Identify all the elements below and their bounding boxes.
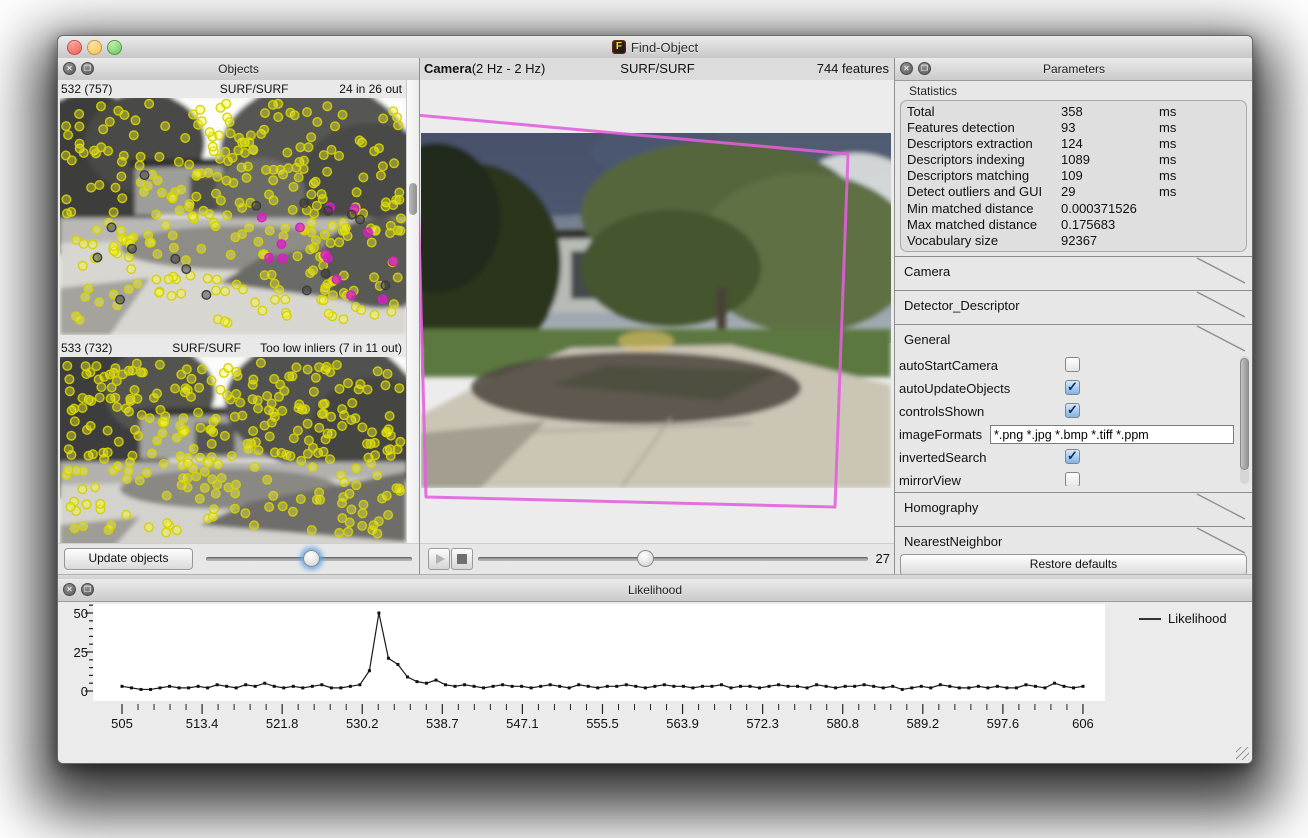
x-tick-label: 530.2 (345, 716, 379, 731)
camera-scene (421, 133, 891, 488)
camera-panel: Camera(2 Hz - 2 Hz) SURF/SURF 744 featur… (419, 58, 895, 574)
section-camera[interactable]: Camera (895, 256, 1252, 284)
objects-controls: Update objects (58, 543, 419, 574)
object-2-title-row: 533 (732) SURF/SURF Too low inliers (7 i… (58, 339, 406, 357)
statistics-label: Statistics (909, 84, 958, 98)
app-window: F Find-Object ✕ ❐ Objects 532 (757) SURF… (57, 35, 1253, 764)
likelihood-panel-header: ✕ ❐ Likelihood (58, 579, 1252, 602)
x-tick-label: 555.5 (586, 716, 619, 731)
camera-feature-count: 744 features (816, 61, 889, 76)
general-params-list: autoStartCamera autoUpdateObjects ✓ cont… (895, 354, 1252, 486)
imageformats-input[interactable] (990, 425, 1234, 444)
x-tick-label: 572.3 (746, 716, 779, 731)
stat-row: Vocabulary size 92367 (907, 232, 1098, 248)
camera-header: Camera(2 Hz - 2 Hz) SURF/SURF 744 featur… (420, 58, 895, 81)
object-1-features (60, 98, 406, 328)
section-detector-descriptor[interactable]: Detector_Descriptor (895, 290, 1252, 318)
screenshot-stage: F Find-Object ✕ ❐ Objects 532 (757) SURF… (0, 0, 1308, 838)
camera-view (420, 80, 895, 544)
object-2-detector: SURF/SURF (172, 341, 241, 355)
legend-label: Likelihood (1168, 611, 1227, 626)
x-tick-label: 597.6 (986, 716, 1020, 731)
x-tick-label: 505 (111, 716, 133, 731)
camera-slider[interactable] (478, 550, 868, 567)
object-1-image[interactable] (60, 98, 406, 335)
play-button[interactable] (428, 548, 450, 570)
x-tick-label: 521.8 (265, 716, 299, 731)
object-1-title-row: 532 (757) SURF/SURF 24 in 26 out (58, 80, 406, 98)
update-objects-button[interactable]: Update objects (64, 548, 193, 570)
y-tick-label: 50 (73, 606, 88, 621)
stat-row: Max matched distance 0.175683 (907, 216, 1116, 232)
titlebar: F Find-Object (58, 36, 1252, 59)
stat-row: Total 358 ms (907, 104, 1177, 119)
stat-row: Descriptors matching 109 ms (907, 168, 1177, 184)
parameters-panel-title: Parameters (1042, 62, 1106, 76)
stat-row: Features detection 93 ms (907, 120, 1177, 136)
x-tick-label: 538.7 (426, 716, 459, 731)
camera-controls: 27 (420, 543, 895, 574)
stop-icon (457, 554, 467, 564)
object-1-detector: SURF/SURF (219, 82, 289, 96)
stat-row: Descriptors indexing 1089 ms (907, 152, 1177, 168)
x-tick-label: 547.1 (506, 716, 539, 731)
autoupdateobjects-checkbox[interactable]: ✓ (1065, 380, 1080, 395)
frame-value: 27 (875, 551, 890, 566)
params-scrollbar-thumb[interactable] (1240, 358, 1249, 470)
stat-row: Descriptors extraction 124 ms (907, 136, 1177, 152)
objects-scrollbar[interactable] (406, 80, 419, 544)
objects-panel-title: Objects (218, 62, 259, 76)
objects-panel-header: ✕ ❐ Objects (58, 58, 419, 81)
y-tick-label: 25 (73, 645, 88, 660)
objects-slider-handle[interactable] (303, 550, 320, 567)
section-general[interactable]: General (895, 324, 1252, 352)
mirrorview-checkbox[interactable] (1065, 472, 1080, 486)
likelihood-panel: ✕ ❐ Likelihood 505 513.4 521.8 530.2 538.7 54… (58, 579, 1252, 763)
autostartcamera-checkbox[interactable] (1065, 357, 1080, 372)
section-nearestneighbor[interactable]: NearestNeighbor (895, 526, 1252, 554)
params-scrollbar[interactable] (1240, 356, 1249, 484)
x-tick-label: 563.9 (666, 716, 699, 731)
statistics-box: Total 358 ms Features detection 93 ms Descri… (900, 100, 1247, 252)
x-tick-label: 580.8 (826, 716, 859, 731)
window-title: Find-Object (630, 39, 699, 55)
controlsshown-checkbox[interactable]: ✓ (1065, 403, 1080, 418)
parameters-panel: ✕ ❐ Parameters Statistics Total 358 ms Fea… (894, 58, 1252, 574)
parameters-panel-header: ✕ ❐ Parameters (895, 58, 1252, 81)
object-2-id: 533 (732) (61, 341, 113, 355)
object-2-features (61, 357, 406, 539)
main-row: ✕ ❐ Objects 532 (757) SURF/SURF 24 in 26… (58, 58, 1252, 574)
resize-grip-icon[interactable] (1236, 747, 1249, 760)
restore-defaults-button[interactable]: Restore defaults (900, 554, 1247, 574)
objects-panel: ✕ ❐ Objects 532 (757) SURF/SURF 24 in 26… (58, 58, 419, 574)
object-1-id: 532 (757) (61, 82, 113, 96)
objects-scrollbar-thumb[interactable] (409, 183, 417, 215)
app-icon: F (611, 40, 626, 54)
stop-button[interactable] (451, 548, 473, 570)
camera-slider-handle[interactable] (637, 550, 654, 567)
chart-legend: Likelihood (1139, 611, 1227, 626)
x-tick-label: 606 (1072, 716, 1094, 731)
likelihood-chart: 505 513.4 521.8 530.2 538.7 547.1 555.5 563.9 57… (58, 601, 1252, 763)
object-1-status: 24 in 26 out (339, 82, 402, 96)
camera-image (421, 133, 891, 488)
play-icon (436, 554, 445, 564)
object-2-status: Too low inliers (7 in 11 out) (260, 341, 402, 355)
x-tick-label: 513.4 (185, 716, 219, 731)
x-tick-label: 589.2 (906, 716, 940, 731)
legend-line-icon (1139, 617, 1161, 620)
y-tick-label: 0 (80, 684, 88, 699)
stat-row: Min matched distance 0.000371526 (907, 200, 1137, 216)
likelihood-plot (85, 604, 1105, 714)
invertedsearch-checkbox[interactable]: ✓ (1065, 449, 1080, 464)
likelihood-panel-title: Likelihood (627, 583, 683, 597)
object-2-image[interactable] (60, 357, 406, 544)
section-homography[interactable]: Homography (895, 492, 1252, 520)
stat-row: Detect outliers and GUI 29 ms (907, 184, 1177, 200)
objects-slider[interactable] (206, 550, 412, 567)
